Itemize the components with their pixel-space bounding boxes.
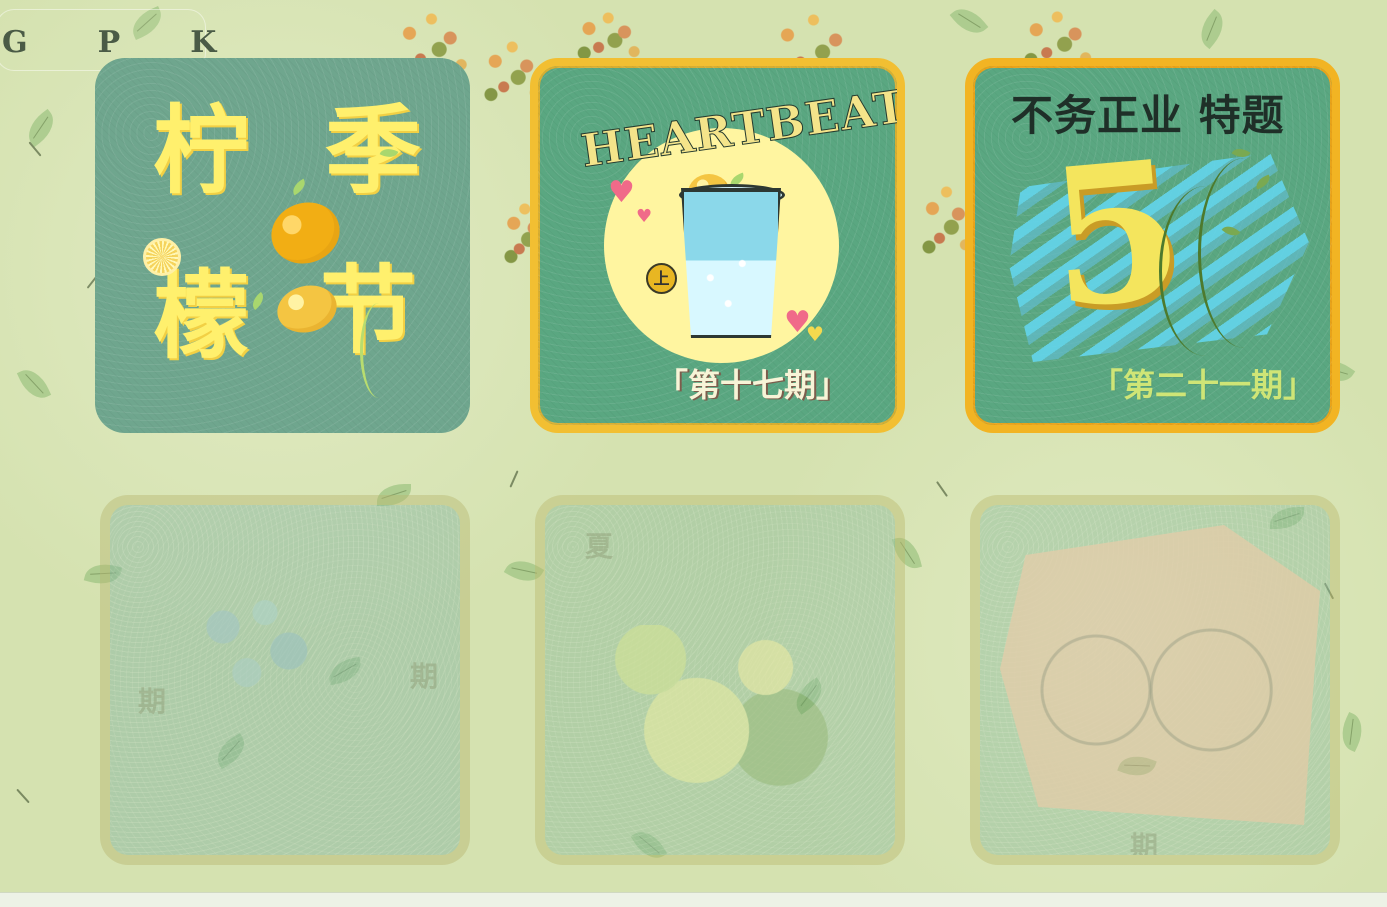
faded-label: 期 xyxy=(410,660,439,693)
volume-badge: 上 xyxy=(646,263,677,294)
portrait-card[interactable]: 期 xyxy=(970,495,1340,865)
leaf-icon xyxy=(1192,8,1232,50)
header-letters: G P K xyxy=(2,25,216,60)
stem-mark xyxy=(509,470,519,488)
lemon-character-meng: 檬 xyxy=(153,259,249,372)
portrait-sketch xyxy=(1000,525,1320,825)
leaf-icon xyxy=(289,178,309,196)
season-character-ji: 季 xyxy=(325,94,421,207)
green-vine-icon xyxy=(1159,186,1252,356)
header-letter-g: G xyxy=(2,25,28,60)
lemon-lime-card[interactable]: 夏 xyxy=(535,495,905,865)
leaf-icon xyxy=(248,292,268,310)
blue-flower-card[interactable]: 期 期 xyxy=(100,495,470,865)
faded-label: 期 xyxy=(138,685,167,718)
music-card[interactable]: 不务正业 特题 5 「第二十一期」 xyxy=(965,58,1340,433)
lemon-lime-icon xyxy=(600,625,830,795)
vine-decoration xyxy=(360,303,398,398)
faded-label: 期 xyxy=(1130,830,1159,863)
leaf-icon xyxy=(949,0,989,42)
heart-icon: ♥ xyxy=(608,175,635,210)
blue-flower-icon xyxy=(188,579,328,699)
stem-mark xyxy=(28,141,42,157)
bottom-scroll-strip xyxy=(0,892,1387,907)
stem-mark xyxy=(16,788,30,804)
lemon-slice-icon xyxy=(143,238,181,276)
lemon-season-card[interactable]: 柠 季 檬 节 xyxy=(95,58,470,433)
leaf-icon xyxy=(16,363,52,405)
leaf-icon xyxy=(20,108,62,148)
heartbeat-card[interactable]: HEARTBEAT ♥ ♥ ♥ ♥ 上 「第十七期」 xyxy=(530,58,905,433)
header-letter-p: P xyxy=(97,25,121,60)
gallery-page: G P K 柠 季 檬 节 HEARTBEAT ♥ ♥ ♥ ♥ 上 「第十七期」 xyxy=(0,0,1387,907)
issue-subtitle: 「第二十一期」 xyxy=(1091,366,1316,404)
heart-icon: ♥ xyxy=(636,206,653,227)
issue-subtitle: 「第十七期」 xyxy=(656,366,849,404)
glass-icon xyxy=(681,188,781,338)
heart-icon: ♥ xyxy=(806,322,824,346)
stem-mark xyxy=(936,481,948,497)
header-letter-k: K xyxy=(190,25,217,60)
faded-label: 夏 xyxy=(585,530,614,563)
lemon-character-ning: 柠 xyxy=(153,94,249,207)
